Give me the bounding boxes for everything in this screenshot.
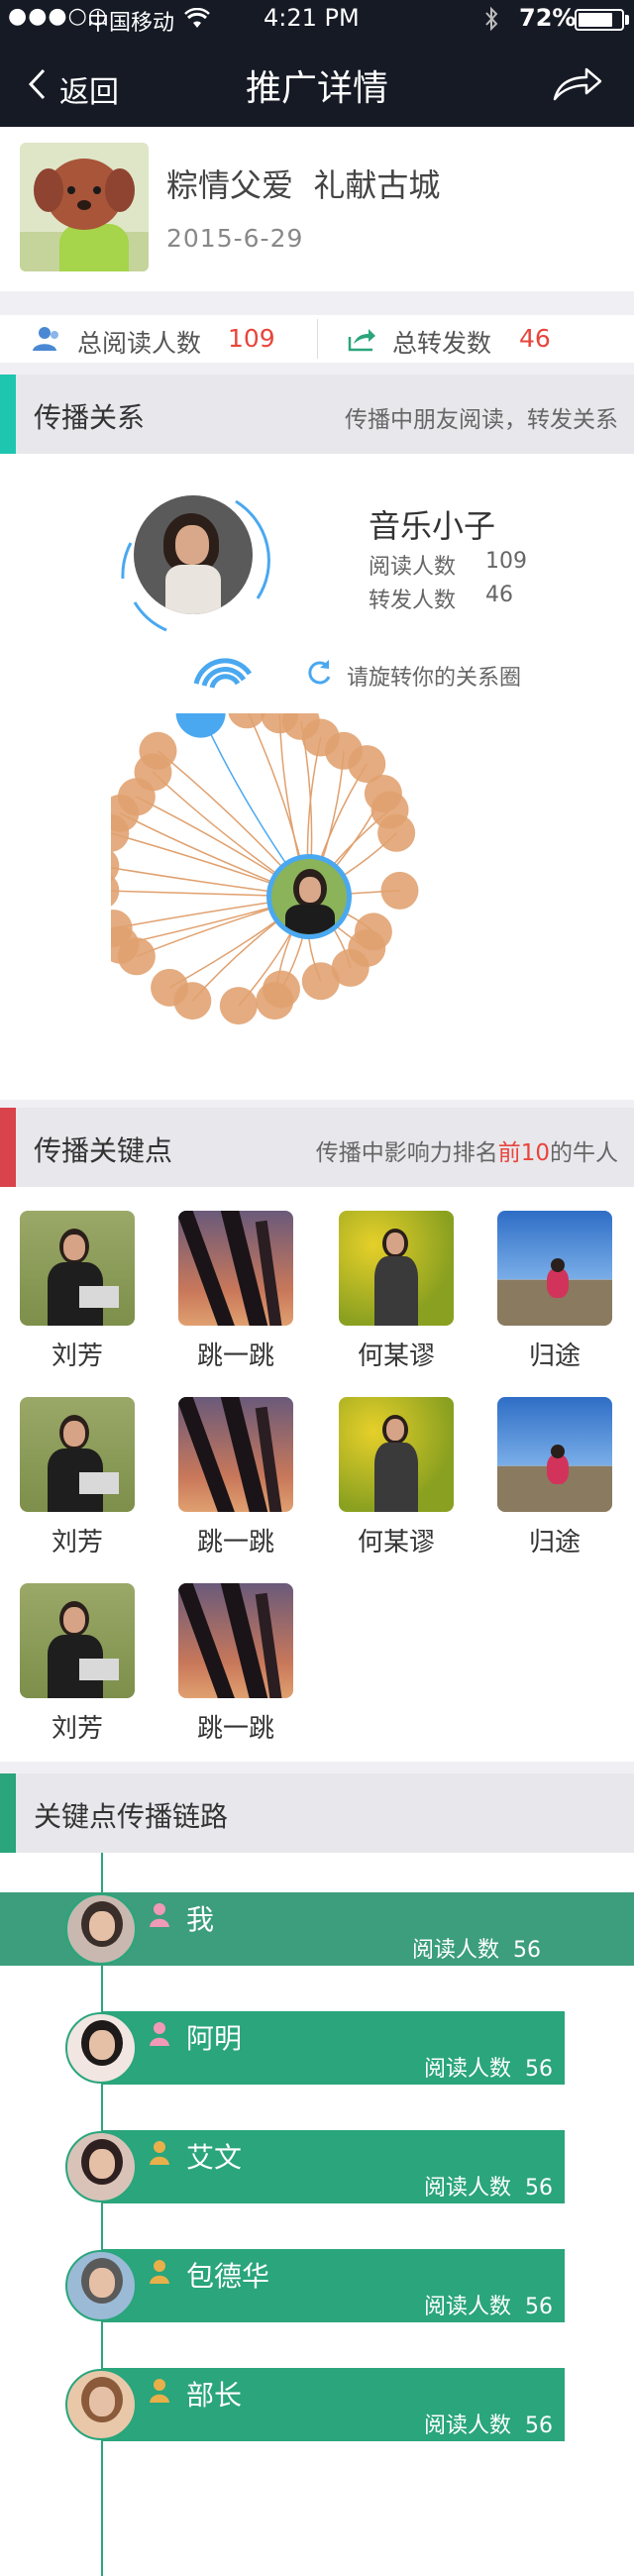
chain-item-read: 阅读人数 56 xyxy=(423,2295,553,2319)
keypoint-name: 跳一跳 xyxy=(196,1528,274,1557)
graph-node[interactable] xyxy=(151,968,189,1007)
chain-item[interactable]: 艾文阅读人数 56 xyxy=(101,2130,565,2203)
graph-node[interactable] xyxy=(301,962,340,1001)
status-bar: ●●●○○ 中国移动 4:21 PM 72% xyxy=(0,0,634,40)
chain-header-title: 关键点传播链路 xyxy=(34,1800,229,1833)
stats-row: 总阅读人数 109 总转发数 46 xyxy=(0,315,634,363)
relation-section-header: 传播关系 传播中朋友阅读，转发关系 xyxy=(0,375,634,454)
chain-list: 我阅读人数 56 阿明 阅读人数 56 艾文 阅读人数 56 包德华 阅读人数 56 部长 阅读… xyxy=(0,1853,634,2576)
keypoint-name: 归途 xyxy=(528,1342,581,1371)
battery-icon xyxy=(575,9,624,31)
chain-item-read: 阅读人数 56 xyxy=(411,1938,541,1963)
user-read-value: 109 xyxy=(485,549,527,574)
chain-avatar[interactable] xyxy=(65,2250,137,2321)
chevron-left-icon xyxy=(28,68,46,100)
readers-icon xyxy=(33,327,58,351)
relation-panel: 音乐小子 阅读人数 109 转发人数 46 请旋转你的关系圈 xyxy=(0,454,634,1100)
graph-node[interactable] xyxy=(256,982,294,1020)
nav-bar: 返回 推广详情 xyxy=(0,40,634,127)
chain-section-header: 关键点传播链路 xyxy=(0,1773,634,1853)
keypoints-header-desc: 传播中影响力排名前10的牛人 xyxy=(315,1140,618,1166)
keypoint-name: 刘芳 xyxy=(51,1714,103,1744)
keypoint-name: 刘芳 xyxy=(51,1528,103,1557)
chain-item-name: 艾文 xyxy=(186,2141,243,2174)
graph-node[interactable] xyxy=(380,871,419,910)
keypoint-name: 归途 xyxy=(528,1528,581,1557)
graph-node[interactable] xyxy=(175,713,226,738)
signal-wave-icon xyxy=(193,658,253,689)
male-user-icon xyxy=(150,2260,169,2284)
male-user-icon xyxy=(150,2141,169,2165)
clock: 4:21 PM xyxy=(264,4,360,32)
keypoint-photo[interactable] xyxy=(178,1583,293,1698)
keypoint-photo[interactable] xyxy=(20,1211,135,1326)
keypoints-grid: 刘芳 跳一跳 何某谬 归途 刘芳 跳一跳 何某谬 归途 刘芳 跳一跳 xyxy=(0,1187,634,1762)
article-date: 2015-6-29 xyxy=(166,224,304,253)
article-card[interactable]: 粽情父爱 礼献古城 2015-6-29 xyxy=(0,127,634,291)
stats-divider xyxy=(317,319,318,359)
keypoints-header-title: 传播关键点 xyxy=(34,1134,173,1167)
chain-item-read: 阅读人数 56 xyxy=(423,2176,553,2200)
share-icon[interactable] xyxy=(551,63,604,103)
user-name: 音乐小子 xyxy=(369,507,496,545)
chain-item[interactable]: 阿明阅读人数 56 xyxy=(101,2011,565,2085)
keypoint-photo[interactable] xyxy=(497,1211,612,1326)
keypoint-name: 何某谬 xyxy=(357,1342,435,1371)
chain-item-name: 阿明 xyxy=(186,2022,243,2055)
relation-header-desc: 传播中朋友阅读，转发关系 xyxy=(345,407,618,433)
keypoint-name: 跳一跳 xyxy=(196,1714,274,1744)
graph-node[interactable] xyxy=(139,731,177,770)
graph-node[interactable] xyxy=(377,813,416,852)
graph-node[interactable] xyxy=(228,713,265,729)
keypoint-name: 跳一跳 xyxy=(196,1342,274,1371)
total-read-label: 总阅读人数 xyxy=(77,329,202,358)
article-title: 粽情父爱 礼献古城 xyxy=(166,166,441,204)
wifi-icon xyxy=(184,8,210,28)
chain-item-name: 包德华 xyxy=(186,2260,270,2293)
chain-avatar[interactable] xyxy=(65,2131,137,2202)
total-share-value: 46 xyxy=(519,324,551,353)
keypoint-photo[interactable] xyxy=(178,1397,293,1512)
relation-header-title: 传播关系 xyxy=(34,401,146,434)
male-user-icon xyxy=(150,2379,169,2403)
keypoint-name: 何某谬 xyxy=(357,1528,435,1557)
female-user-icon xyxy=(150,2022,169,2046)
rotate-hint: 请旋转你的关系圈 xyxy=(347,666,522,691)
chain-item-name: 部长 xyxy=(186,2379,243,2412)
chain-avatar[interactable] xyxy=(65,2012,137,2084)
keypoint-photo[interactable] xyxy=(20,1397,135,1512)
user-share-value: 46 xyxy=(485,583,513,607)
chain-item[interactable]: 部长阅读人数 56 xyxy=(101,2368,565,2441)
user-avatar[interactable] xyxy=(134,495,253,614)
chain-item-name: 我 xyxy=(186,1903,215,1936)
total-read-value: 109 xyxy=(228,324,275,353)
carrier: 中国移动 xyxy=(87,11,175,36)
rotate-icon[interactable] xyxy=(305,658,335,688)
keypoint-photo[interactable] xyxy=(20,1583,135,1698)
chain-item-read: 阅读人数 56 xyxy=(423,2057,553,2082)
keypoint-photo[interactable] xyxy=(497,1397,612,1512)
article-thumbnail xyxy=(20,143,149,271)
keypoint-photo[interactable] xyxy=(339,1397,454,1512)
graph-node[interactable] xyxy=(219,987,258,1025)
chain-item[interactable]: 包德华阅读人数 56 xyxy=(101,2249,565,2322)
keypoint-photo[interactable] xyxy=(178,1211,293,1326)
bluetooth-icon xyxy=(485,6,498,32)
keypoints-highlight: 前10 xyxy=(497,1140,550,1166)
chain-item-read: 阅读人数 56 xyxy=(423,2414,553,2438)
total-share-label: 总转发数 xyxy=(392,329,492,358)
keypoint-photo[interactable] xyxy=(339,1211,454,1326)
back-label: 返回 xyxy=(59,75,119,110)
chain-avatar[interactable] xyxy=(65,2369,137,2440)
chain-avatar[interactable] xyxy=(65,1893,137,1965)
keypoints-section-header: 传播关键点 传播中影响力排名前10的牛人 xyxy=(0,1108,634,1187)
back-button[interactable]: 返回 xyxy=(20,59,129,110)
user-share-label: 转发人数 xyxy=(369,589,457,613)
graph-center-avatar[interactable] xyxy=(266,854,352,939)
battery-percent: 72% xyxy=(519,4,577,32)
user-read-label: 阅读人数 xyxy=(369,555,457,580)
keypoint-name: 刘芳 xyxy=(51,1342,103,1371)
female-user-icon xyxy=(150,1903,169,1927)
forward-icon xyxy=(348,329,375,352)
